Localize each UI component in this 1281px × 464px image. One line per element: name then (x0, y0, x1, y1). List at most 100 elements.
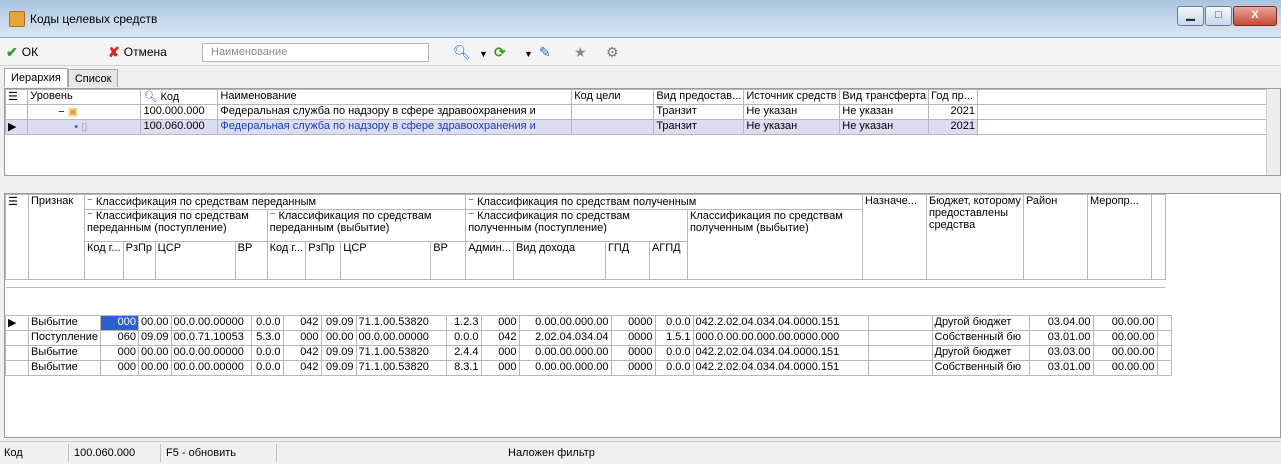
ok-button[interactable]: ✔ ОК (6, 42, 38, 62)
vertical-scrollbar[interactable] (1266, 89, 1280, 175)
group-header-row: ☰ Признак ⁻ Классификация по средствам п… (5, 194, 1166, 280)
classification-rows: ▶ Выбытие 000 00.00 00.0.00.00000 0.0.0 042 09.… (5, 315, 1172, 376)
cell-vr2: 8.3.1 (445, 360, 482, 376)
col-source[interactable]: Источник средств (743, 89, 841, 105)
spacer-row (5, 279, 1166, 288)
col-received-out-label: Классификация по средствам полученным (в… (689, 210, 843, 235)
table-row[interactable]: − ▣ 100.000.000 Федеральная служба по на… (5, 104, 1280, 120)
col-name[interactable]: Наименование (217, 89, 573, 105)
cell-csr1: 00.0.71.10053 (170, 330, 252, 346)
col-prov-type[interactable]: Вид предостав... (653, 89, 745, 105)
edit-icon[interactable]: ✎ (539, 44, 551, 60)
cell-sign: Выбытие (27, 345, 102, 361)
table-row[interactable]: Выбытие 000 00.00 00.0.00.00000 0.0.0 042 09.0… (5, 360, 1172, 376)
cell-vr2: 2.4.4 (445, 345, 482, 361)
col-received-out[interactable]: Классификация по средствам полученным (в… (686, 209, 863, 280)
cell-event: 00.00.00 (1092, 345, 1158, 361)
close-button[interactable]: X (1233, 6, 1277, 26)
cell-tail (1156, 330, 1172, 346)
group-received-in[interactable]: ⁻ Классификация по средствам полученным … (465, 209, 688, 242)
col-level[interactable]: Уровень (27, 89, 142, 105)
group-received-label: Классификация по средствам полученным (477, 196, 697, 208)
col-kod-g-in[interactable]: Код г... (84, 241, 124, 280)
group-transferred[interactable]: ⁻ Классификация по средствам переданным (83, 194, 467, 210)
col-agpd[interactable]: АГПД (648, 241, 688, 280)
cancel-label: Отмена (123, 45, 167, 59)
col-budget[interactable]: Бюджет, которому предоставлены средства (925, 194, 1024, 280)
tab-hierarchy[interactable]: Иерархия (4, 68, 68, 87)
cell-code: 100.060.000 (140, 119, 219, 135)
cell-gpd: 0000 (610, 360, 656, 376)
search-input[interactable]: Наименование (202, 43, 429, 62)
refresh-icon[interactable]: ⟳ (494, 44, 506, 60)
cell-vr1: 0.0.0 (250, 345, 284, 361)
group-received-in-label: Классификация по средствам полученным (п… (468, 210, 630, 235)
col-sign[interactable]: Признак (28, 194, 85, 280)
cell-out: 042.2.02.04.034.04.0000.151 (692, 360, 869, 376)
collapse-icon[interactable]: − (58, 106, 64, 118)
tree-node[interactable]: − ▣ (27, 104, 142, 120)
cell-csr1: 00.0.00.00000 (170, 315, 252, 331)
cell-kod2: 042 (282, 315, 322, 331)
title-bar: Коды целевых средств ▁ □ X (0, 0, 1281, 38)
table-row[interactable]: Поступление 060 09.09 00.0.71.10053 5.3.0 000… (5, 330, 1172, 346)
col-csr-in[interactable]: ЦСР (154, 241, 236, 280)
col-vid-doh[interactable]: Вид дохода (512, 241, 606, 280)
table-row-selected[interactable]: ▶ • ▯ 100.060.000 Федеральная служба по … (5, 119, 1280, 135)
cross-icon: ✘ (108, 43, 120, 60)
checkmark-icon: ✔ (6, 43, 18, 60)
group-transferred-out[interactable]: ⁻ Классификация по средствам переданным … (266, 209, 467, 242)
column-chooser-icon[interactable]: ☰ (5, 194, 29, 280)
cell-prov-type: Транзит (653, 104, 745, 120)
col-kod-g-out[interactable]: Код г... (266, 241, 307, 280)
cell-csr2: 71.1.00.53820 (355, 345, 447, 361)
cell-goal-code (571, 119, 655, 135)
group-transferred-in[interactable]: ⁻ Классификация по средствам переданным … (84, 209, 268, 242)
col-goal-code[interactable]: Код цели (571, 89, 655, 105)
col-vr-out[interactable]: ВР (430, 241, 467, 280)
cell-rz2: 09.09 (320, 345, 357, 361)
cell-code: 100.000.000 (140, 104, 219, 120)
cell-gpd: 0000 (610, 330, 656, 346)
col-transfer[interactable]: Вид трансферта (839, 89, 930, 105)
dropdown-arrow-icon[interactable]: ▼ (479, 46, 488, 62)
col-tail (1150, 194, 1166, 280)
col-admin[interactable]: Админ... (465, 241, 514, 280)
hierarchy-header-row: ☰ Уровень 🔍︎ Код Наименование Код цели В… (5, 89, 1280, 105)
row-indicator (5, 330, 29, 346)
cell-agpd: 0.0.0 (654, 315, 694, 331)
col-purpose[interactable]: Назначе... (861, 194, 927, 280)
cell-vr2: 0.0.0 (445, 330, 482, 346)
search-icon[interactable]: 🔍︎ (453, 44, 471, 60)
dropdown-arrow-icon[interactable]: ▼ (524, 46, 533, 62)
group-received[interactable]: ⁻ Классификация по средствам полученным (465, 194, 863, 210)
col-rzpr-in[interactable]: РзПр (122, 241, 156, 280)
toolbar: ✔ ОК ✘ Отмена Наименование 🔍︎ ▼ ⟳ ▼ ✎ ★ … (0, 38, 1281, 66)
cancel-button[interactable]: ✘ Отмена (108, 42, 167, 62)
cell-csr2: 71.1.00.53820 (355, 360, 447, 376)
col-vr-in[interactable]: ВР (234, 241, 268, 280)
col-csr-out[interactable]: ЦСР (340, 241, 432, 280)
col-district[interactable]: Район (1022, 194, 1088, 280)
tree-node[interactable]: • ▯ (27, 119, 142, 135)
table-row[interactable]: Выбытие 000 00.00 00.0.00.00000 0.0.0 042 09.0… (5, 345, 1172, 361)
settings-gear-icon[interactable]: ⚙ (606, 44, 619, 60)
column-chooser-icon[interactable]: ☰ (5, 89, 29, 105)
col-budget-label: Бюджет, которому предоставлены средства (928, 195, 1021, 232)
col-code[interactable]: 🔍︎ Код (140, 89, 219, 105)
star-icon[interactable]: ★ (574, 44, 587, 60)
col-year[interactable]: Год пр... (928, 89, 978, 105)
folder-icon: ▣ (67, 106, 79, 118)
col-event[interactable]: Меропр... (1086, 194, 1152, 280)
group-transferred-out-label: Классификация по средствам переданным (в… (269, 210, 432, 235)
tab-list[interactable]: Список (67, 69, 119, 87)
minimize-button[interactable]: ▁ (1177, 6, 1204, 26)
maximize-button[interactable]: □ (1205, 6, 1232, 26)
table-row[interactable]: ▶ Выбытие 000 00.00 00.0.00.00000 0.0.0 042 09.… (5, 315, 1172, 331)
cell-vid: 0.00.00.000.00 (518, 315, 612, 331)
col-rzpr-out[interactable]: РзПр (305, 241, 342, 280)
cell-district: 03.01.00 (1028, 330, 1094, 346)
cell-csr1: 00.0.00.00000 (170, 345, 252, 361)
col-gpd[interactable]: ГПД (604, 241, 650, 280)
col-code-label: Код (160, 91, 180, 103)
